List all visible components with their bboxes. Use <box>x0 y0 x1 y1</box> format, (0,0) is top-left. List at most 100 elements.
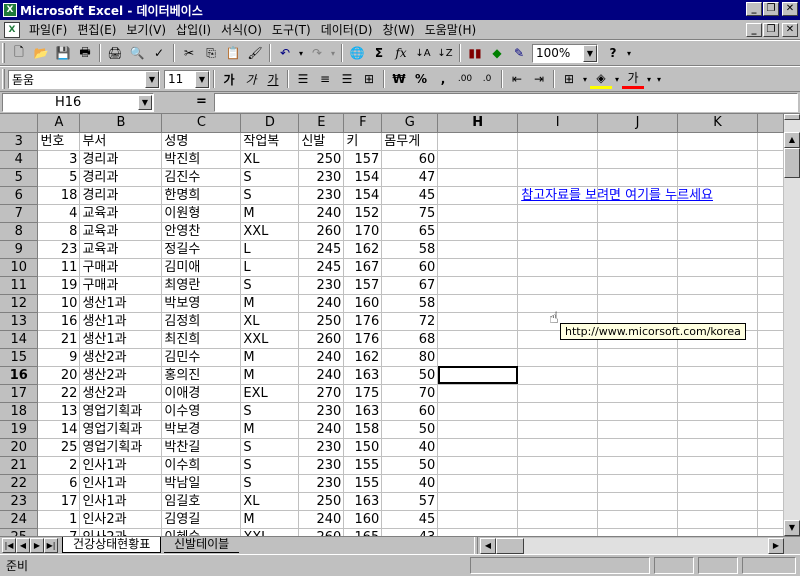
menu-window[interactable]: 창(W) <box>377 21 419 38</box>
prev-sheet-icon[interactable]: ◀ <box>16 538 30 553</box>
chevron-down-icon[interactable]: ▼ <box>195 70 209 88</box>
first-sheet-icon[interactable]: |◀ <box>2 538 16 553</box>
cell[interactable]: 163 <box>343 402 383 421</box>
header-cell[interactable]: 몸무게 <box>381 132 439 151</box>
paste-icon[interactable]: 📋 <box>222 43 244 63</box>
cell[interactable]: 최영란 <box>161 276 242 295</box>
cell[interactable]: 인사1과 <box>79 456 163 475</box>
format-painter-icon[interactable]: 🖌 <box>244 43 266 63</box>
cell[interactable]: 김민수 <box>161 348 242 367</box>
cell[interactable]: 58 <box>381 294 439 313</box>
row-header[interactable]: 11 <box>0 276 39 295</box>
cell[interactable] <box>437 456 519 475</box>
cell[interactable] <box>597 294 678 313</box>
cell[interactable]: 154 <box>343 186 383 205</box>
column-header[interactable]: C <box>161 114 242 133</box>
cell[interactable]: L <box>240 258 300 277</box>
cell[interactable] <box>677 456 758 475</box>
cell[interactable] <box>757 132 784 151</box>
cell[interactable] <box>757 402 784 421</box>
cell[interactable] <box>757 456 784 475</box>
row-header[interactable]: 7 <box>0 204 39 223</box>
column-header[interactable]: F <box>343 114 383 133</box>
cell[interactable]: 250 <box>298 150 345 169</box>
decrease-indent-icon[interactable]: ⇤ <box>506 69 528 89</box>
cell[interactable]: 경리과 <box>79 186 163 205</box>
row-header[interactable]: 5 <box>0 168 39 187</box>
cell[interactable] <box>677 510 758 529</box>
cell[interactable] <box>517 168 599 187</box>
cell[interactable] <box>677 240 758 259</box>
cell[interactable] <box>677 402 758 421</box>
cell[interactable]: 이수영 <box>161 402 242 421</box>
cell[interactable]: 155 <box>343 474 383 493</box>
merge-center-icon[interactable]: ⊞ <box>358 69 380 89</box>
increase-decimal-icon[interactable]: .00 <box>454 69 476 89</box>
autosum-icon[interactable]: Σ <box>368 43 390 63</box>
cell[interactable]: M <box>240 204 300 223</box>
cell[interactable]: 230 <box>298 474 345 493</box>
cell[interactable]: XL <box>240 492 300 511</box>
cell[interactable]: 57 <box>381 492 439 511</box>
header-cell[interactable]: 성명 <box>161 132 242 151</box>
cell[interactable]: 152 <box>343 204 383 223</box>
font-color-dropdown-icon[interactable]: ▾ <box>644 69 654 89</box>
cell[interactable]: 50 <box>381 366 439 385</box>
font-name-select[interactable]: 돋움 ▼ <box>8 69 160 89</box>
cell[interactable] <box>677 258 758 277</box>
cell[interactable] <box>757 348 784 367</box>
cell[interactable]: 240 <box>298 420 345 439</box>
column-header[interactable]: G <box>381 114 439 133</box>
cell[interactable]: 47 <box>381 168 439 187</box>
cell[interactable]: 교육과 <box>79 222 163 241</box>
cell[interactable]: 16 <box>37 312 81 331</box>
cell[interactable]: 박진희 <box>161 150 242 169</box>
cell[interactable]: 김정희 <box>161 312 242 331</box>
row-header[interactable]: 19 <box>0 420 39 439</box>
column-header[interactable]: A <box>37 114 81 133</box>
row-header[interactable]: 10 <box>0 258 39 277</box>
cell[interactable]: M <box>240 366 300 385</box>
italic-button[interactable]: 가 <box>240 69 262 89</box>
borders-dropdown-icon[interactable]: ▾ <box>580 69 590 89</box>
cell[interactable] <box>437 402 519 421</box>
cell[interactable] <box>597 384 678 403</box>
cell[interactable]: 김미애 <box>161 258 242 277</box>
cell[interactable] <box>437 204 519 223</box>
cell[interactable] <box>437 294 519 313</box>
cell[interactable] <box>437 438 519 457</box>
currency-button[interactable]: ₩ <box>388 69 410 89</box>
cell[interactable] <box>437 150 519 169</box>
cell[interactable] <box>517 492 599 511</box>
redo-icon[interactable]: ↷ <box>306 43 328 63</box>
cell[interactable]: 150 <box>343 438 383 457</box>
cell[interactable] <box>517 438 599 457</box>
cell[interactable] <box>597 474 678 493</box>
cell[interactable]: 240 <box>298 510 345 529</box>
menu-data[interactable]: 데이터(D) <box>316 21 378 38</box>
cell[interactable]: 4 <box>37 204 81 223</box>
column-header[interactable]: J <box>597 114 678 133</box>
cell[interactable]: 17 <box>37 492 81 511</box>
cell[interactable] <box>437 492 519 511</box>
toolbar-grip[interactable] <box>2 69 5 89</box>
tab-sheet-1[interactable]: 건강상태현황표 <box>62 537 162 553</box>
cell[interactable]: 참고자료를 보려면 여기를 누르세요 <box>517 186 713 205</box>
cell[interactable]: 60 <box>381 402 439 421</box>
fill-color-icon[interactable]: ◈ <box>590 69 612 89</box>
cell[interactable]: 240 <box>298 348 345 367</box>
cell[interactable]: 10 <box>37 294 81 313</box>
cell[interactable]: 5 <box>37 168 81 187</box>
cell[interactable] <box>517 420 599 439</box>
cell[interactable]: 인사2과 <box>79 528 163 536</box>
cell[interactable] <box>757 312 784 331</box>
cell[interactable] <box>757 150 784 169</box>
cell[interactable] <box>757 330 784 349</box>
cell[interactable] <box>597 348 678 367</box>
cell[interactable] <box>597 528 678 536</box>
row-header[interactable]: 6 <box>0 186 39 205</box>
cell[interactable]: 50 <box>381 456 439 475</box>
cell[interactable]: 157 <box>343 276 383 295</box>
cell[interactable]: 생산2과 <box>79 348 163 367</box>
cell[interactable]: 이애경 <box>161 384 242 403</box>
